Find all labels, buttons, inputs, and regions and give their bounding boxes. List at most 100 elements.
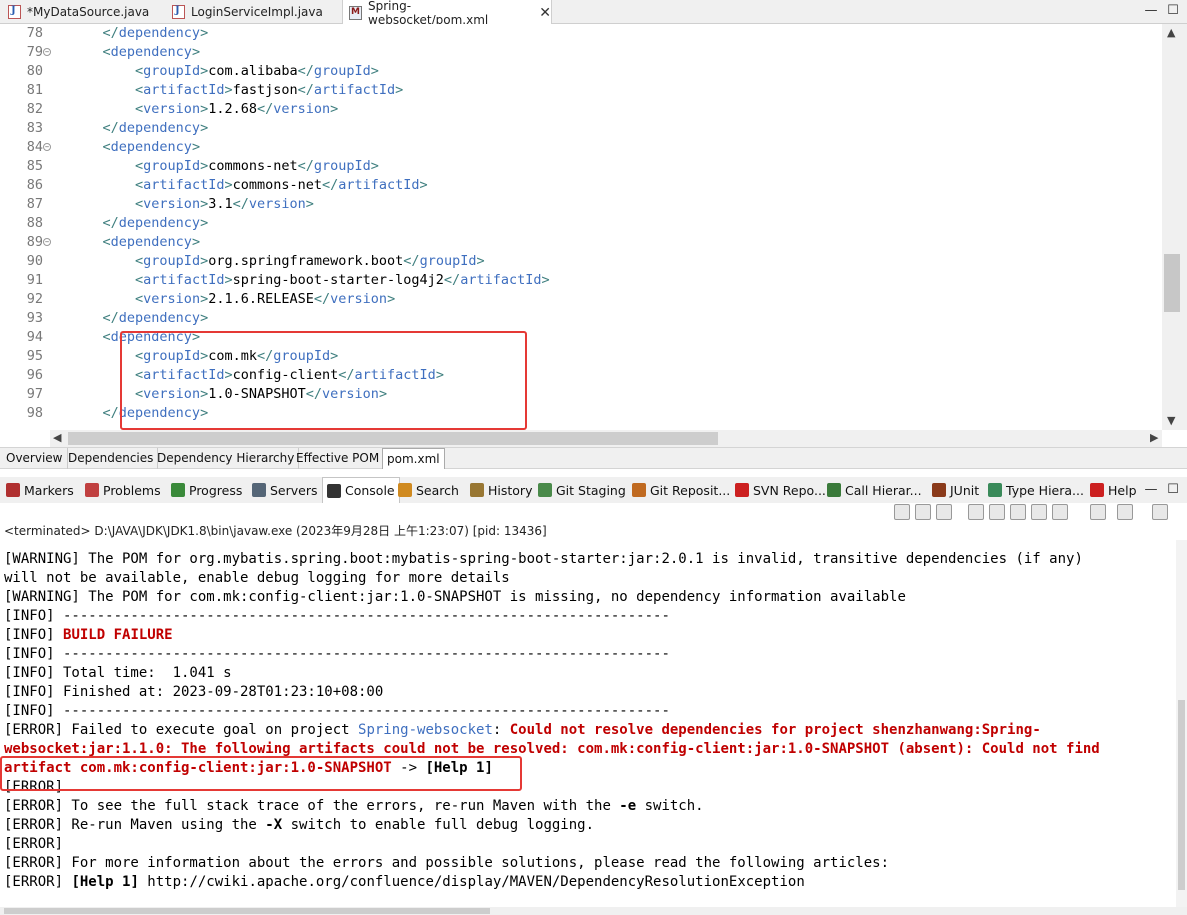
scrollbar-thumb[interactable] [4,908,490,914]
code-line[interactable]: 95 <groupId>com.mk</groupId> [0,347,1160,366]
view-tab-call-hierar[interactable]: Call Hierar... [827,477,922,503]
code-line[interactable]: 98 </dependency> [0,404,1160,423]
editor-tab-pom-xml[interactable]: Spring-websocket/pom.xml ✕ [342,0,552,27]
code-text: <groupId>org.springframework.boot</group… [135,253,485,269]
editor-tab-mydatasource[interactable]: *MyDataSource.java [2,0,162,24]
scroll-lock-icon[interactable] [989,504,1005,520]
open-console-icon[interactable] [1152,504,1168,520]
xml-code-editor[interactable]: 78 </dependency> 79− <dependency> 80 <grou… [0,24,1187,430]
clear-console-icon[interactable] [968,504,984,520]
tab-effective-pom[interactable]: Effective POM [292,448,385,469]
junit-icon [932,483,946,497]
show-on-error-icon[interactable] [1052,504,1068,520]
editor-tab-loginserviceimpl[interactable]: LoginServiceImpl.java [166,0,338,24]
view-maximize-button[interactable]: ☐ [1163,481,1183,499]
code-line[interactable]: 85 <groupId>commons-net</groupId> [0,157,1160,176]
code-line[interactable]: 81 <artifactId>fastjson</artifactId> [0,81,1160,100]
view-tab-help[interactable]: Help [1090,477,1137,503]
console-horizontal-scrollbar[interactable] [0,907,1187,915]
scrollbar-thumb[interactable] [1178,700,1185,890]
console-line: artifact com.mk:config-client:jar:1.0-SN… [4,760,493,776]
code-line[interactable]: 82 <version>1.2.68</version> [0,100,1160,119]
code-line[interactable]: 93 </dependency> [0,309,1160,328]
console-output[interactable]: [WARNING] The POM for org.mybatis.spring… [0,540,1187,907]
line-number: 95 [26,348,43,364]
line-number: 80 [26,63,43,79]
remove-all-terminated-icon[interactable] [936,504,952,520]
console-line: [ERROR] Failed to execute goal on projec… [4,722,1041,738]
maximize-button[interactable]: ☐ [1163,2,1183,20]
code-text: </dependency> [102,215,209,231]
line-number: 81 [26,82,43,98]
code-line[interactable]: 90 <groupId>org.springframework.boot</gr… [0,252,1160,271]
view-tab-console[interactable]: Console [322,477,400,503]
scroll-down-icon[interactable]: ▼ [1167,414,1175,427]
pin-console-icon[interactable] [1090,504,1106,520]
view-tab-git-reposit[interactable]: Git Reposit... [632,477,730,503]
line-number: 91 [26,272,43,288]
editor-vertical-scrollbar[interactable]: ▲ ▼ [1162,24,1187,430]
code-line[interactable]: 88 </dependency> [0,214,1160,233]
code-line[interactable]: 96 <artifactId>config-client</artifactId… [0,366,1160,385]
line-number: 96 [26,367,43,383]
close-icon[interactable]: ✕ [539,5,551,21]
display-console-icon[interactable] [1117,504,1133,520]
view-tab-git-staging[interactable]: Git Staging [538,477,626,503]
code-line[interactable]: 80 <groupId>com.alibaba</groupId> [0,62,1160,81]
code-line[interactable]: 97 <version>1.0-SNAPSHOT</version> [0,385,1160,404]
fold-toggle-icon[interactable]: − [43,143,51,151]
code-line[interactable]: 87 <version>3.1</version> [0,195,1160,214]
code-line[interactable]: 86 <artifactId>commons-net</artifactId> [0,176,1160,195]
code-line[interactable]: 84− <dependency> [0,138,1160,157]
show-on-output-icon[interactable] [1031,504,1047,520]
console-line: [ERROR] For more information about the e… [4,855,890,871]
view-tab-problems[interactable]: Problems [85,477,161,503]
scroll-up-icon[interactable]: ▲ [1167,26,1175,39]
help-icon [1090,483,1104,497]
view-tab-markers[interactable]: Markers [6,477,74,503]
view-tab-svn-repo[interactable]: SVN Repo... [735,477,826,503]
line-number: 86 [26,177,43,193]
console-vertical-scrollbar[interactable] [1176,540,1187,907]
code-line[interactable]: 89− <dependency> [0,233,1160,252]
console-line: websocket:jar:1.1.0: The following artif… [4,741,1100,757]
view-tab-label: Type Hiera... [1006,482,1084,498]
fold-toggle-icon[interactable]: − [43,48,51,56]
minimize-button[interactable]: — [1141,2,1161,20]
line-number: 98 [26,405,43,421]
code-line[interactable]: 78 </dependency> [0,24,1160,43]
code-text: <artifactId>config-client</artifactId> [135,367,444,383]
fold-toggle-icon[interactable]: − [43,238,51,246]
remove-launch-icon[interactable] [915,504,931,520]
word-wrap-icon[interactable] [1010,504,1026,520]
tab-dependency-hierarchy[interactable]: Dependency Hierarchy [153,448,300,469]
view-tab-progress[interactable]: Progress [171,477,242,503]
view-tab-servers[interactable]: Servers [252,477,318,503]
terminate-icon[interactable] [894,504,910,520]
tab-overview[interactable]: Overview [2,448,68,469]
line-number: 85 [26,158,43,174]
line-number: 92 [26,291,43,307]
view-tab-junit[interactable]: JUnit [932,477,979,503]
project-link[interactable]: Spring-websocket [358,722,493,738]
view-tab-search[interactable]: Search [398,477,459,503]
scroll-right-icon[interactable]: ▶ [1150,431,1158,444]
line-number: 93 [26,310,43,326]
scrollbar-thumb[interactable] [1164,254,1180,312]
type-hierarchy-icon [988,483,1002,497]
code-line[interactable]: 94 <dependency> [0,328,1160,347]
view-tab-label: Servers [270,482,318,498]
view-minimize-button[interactable]: — [1141,481,1161,499]
code-line[interactable]: 91 <artifactId>spring-boot-starter-log4j… [0,271,1160,290]
tab-pom-xml[interactable]: pom.xml [382,448,445,469]
code-line[interactable]: 79− <dependency> [0,43,1160,62]
code-line[interactable]: 92 <version>2.1.6.RELEASE</version> [0,290,1160,309]
tab-dependencies[interactable]: Dependencies [64,448,159,469]
view-tab-history[interactable]: History [470,477,532,503]
scrollbar-thumb[interactable] [68,432,718,445]
editor-horizontal-scrollbar[interactable]: ◀ ▶ [50,430,1162,447]
console-status-line: <terminated> D:\JAVA\JDK\JDK1.8\bin\java… [4,524,547,538]
scroll-left-icon[interactable]: ◀ [53,431,61,444]
view-tab-type-hiera[interactable]: Type Hiera... [988,477,1084,503]
code-line[interactable]: 83 </dependency> [0,119,1160,138]
